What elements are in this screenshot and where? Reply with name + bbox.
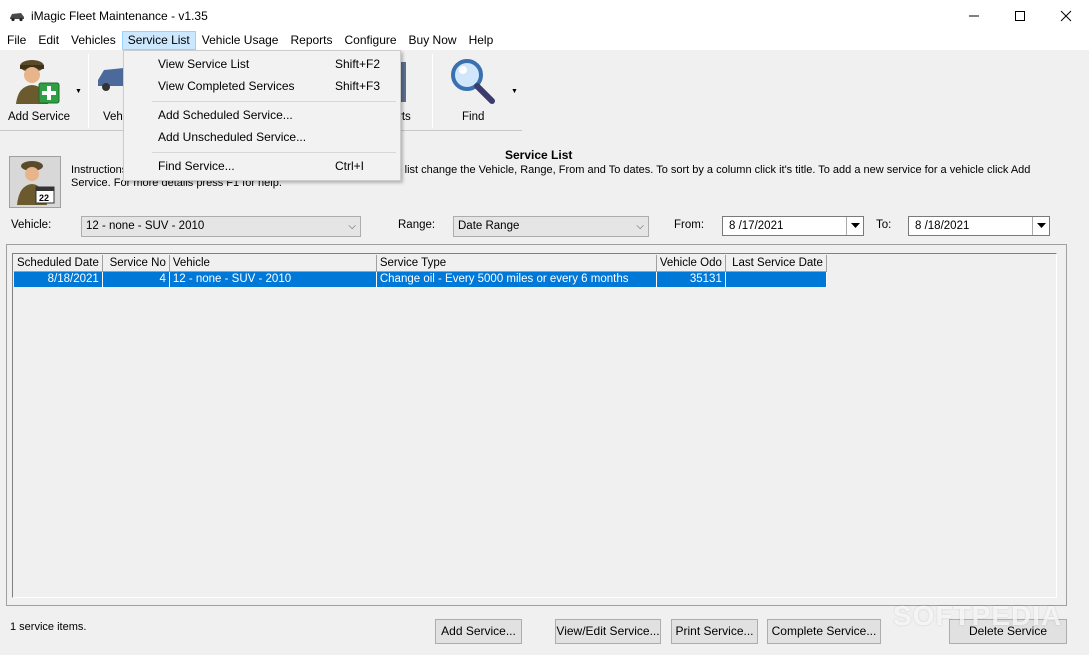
add-service-button[interactable]: Add Service...	[435, 619, 522, 644]
maximize-icon	[1015, 10, 1025, 21]
toolbar-separator	[432, 54, 433, 128]
vehicles-icon	[98, 68, 124, 91]
cell-last-service-date	[725, 271, 827, 287]
mechanic-avatar: 22	[9, 156, 61, 208]
menu-buy-now[interactable]: Buy Now	[403, 31, 463, 50]
menu-vehicle-usage[interactable]: Vehicle Usage	[196, 31, 285, 50]
chevron-down-icon: ⌵	[348, 221, 356, 232]
minimize-icon	[969, 15, 979, 16]
complete-service-button[interactable]: Complete Service...	[767, 619, 881, 644]
service-table: Scheduled Date Service No Vehicle Servic…	[14, 255, 827, 287]
dd-find-service[interactable]: Find Service... Ctrl+I	[124, 155, 400, 177]
service-grid-frame: Scheduled Date Service No Vehicle Servic…	[6, 244, 1067, 606]
cell-vehicle: 12 - none - SUV - 2010	[169, 271, 377, 287]
add-service-toolbar-label: Add Service	[8, 111, 71, 123]
dd-separator	[152, 101, 396, 102]
menu-service-list[interactable]: Service List	[121, 31, 196, 50]
add-service-dropdown-arrow-icon[interactable]: ▼	[75, 88, 82, 95]
vehicles-toolbar-button[interactable]: Vehi	[96, 50, 125, 131]
find-toolbar-label: Find	[462, 111, 485, 123]
col-service-no[interactable]: Service No	[102, 255, 170, 272]
from-date-picker[interactable]: 8 /17/2021	[722, 216, 864, 236]
col-vehicle[interactable]: Vehicle	[169, 255, 377, 272]
cell-service-no: 4	[102, 271, 170, 287]
col-vehicle-odo[interactable]: Vehicle Odo	[656, 255, 726, 272]
service-list-dropdown: View Service List Shift+F2 View Complete…	[123, 50, 401, 181]
close-icon	[1060, 10, 1072, 21]
range-label: Range:	[398, 219, 436, 231]
col-scheduled-date[interactable]: Scheduled Date	[14, 255, 103, 272]
status-text: 1 service items.	[10, 621, 87, 633]
dd-view-service-list[interactable]: View Service List Shift+F2	[124, 53, 400, 75]
close-button[interactable]	[1043, 0, 1089, 31]
dd-add-scheduled-service[interactable]: Add Scheduled Service...	[124, 104, 400, 126]
title-bar: iMagic Fleet Maintenance - v1.35	[0, 0, 1089, 31]
range-select[interactable]: Date Range ⌵	[453, 216, 649, 237]
table-row[interactable]: 8/18/2021 4 12 - none - SUV - 2010 Chang…	[14, 271, 827, 287]
reports-toolbar-button[interactable]: rts	[398, 50, 422, 131]
menu-file[interactable]: File	[1, 31, 32, 50]
magnifier-icon	[451, 59, 495, 104]
menu-vehicles[interactable]: Vehicles	[65, 31, 122, 50]
to-date-picker[interactable]: 8 /18/2021	[908, 216, 1050, 236]
window-title: iMagic Fleet Maintenance - v1.35	[31, 8, 208, 23]
to-label: To:	[876, 219, 892, 231]
menu-bar: File Edit Vehicles Service List Vehicle …	[0, 31, 1089, 50]
maximize-button[interactable]	[997, 0, 1043, 31]
calendar-dropdown-icon[interactable]	[846, 217, 863, 235]
cell-service-type: Change oil - Every 5000 miles or every 6…	[376, 271, 657, 287]
col-service-type[interactable]: Service Type	[376, 255, 657, 272]
menu-help[interactable]: Help	[463, 31, 500, 50]
cell-vehicle-odo: 35131	[656, 271, 726, 287]
mechanic-calendar-icon: 22	[17, 161, 55, 205]
find-toolbar-button[interactable]: Find	[440, 50, 506, 131]
minimize-button[interactable]	[951, 0, 997, 31]
view-edit-service-button[interactable]: View/Edit Service...	[555, 619, 661, 644]
vehicle-label: Vehicle:	[11, 219, 52, 231]
calendar-dropdown-icon[interactable]	[1032, 217, 1049, 235]
service-grid[interactable]: Scheduled Date Service No Vehicle Servic…	[12, 253, 1057, 598]
print-service-button[interactable]: Print Service...	[671, 619, 758, 644]
page-title: Service List	[505, 148, 573, 162]
menu-reports[interactable]: Reports	[284, 31, 338, 50]
dd-separator	[152, 152, 396, 153]
find-dropdown-arrow-icon[interactable]: ▼	[511, 88, 518, 95]
svg-text:22: 22	[39, 193, 49, 203]
from-label: From:	[674, 219, 705, 231]
add-service-toolbar-button[interactable]: Add Service	[4, 50, 74, 131]
toolbar-separator	[88, 54, 89, 128]
dd-view-completed-services[interactable]: View Completed Services Shift+F3	[124, 75, 400, 97]
app-car-icon	[10, 12, 24, 21]
menu-configure[interactable]: Configure	[339, 31, 403, 50]
dd-add-unscheduled-service[interactable]: Add Unscheduled Service...	[124, 126, 400, 148]
menu-edit[interactable]: Edit	[32, 31, 65, 50]
vehicle-select[interactable]: 12 - none - SUV - 2010 ⌵	[81, 216, 361, 237]
mechanic-add-icon	[16, 60, 60, 104]
cell-scheduled-date: 8/18/2021	[14, 271, 103, 287]
col-last-service-date[interactable]: Last Service Date	[725, 255, 827, 272]
softpedia-watermark: SOFTPEDIA	[893, 600, 1063, 631]
chevron-down-icon: ⌵	[636, 221, 644, 232]
